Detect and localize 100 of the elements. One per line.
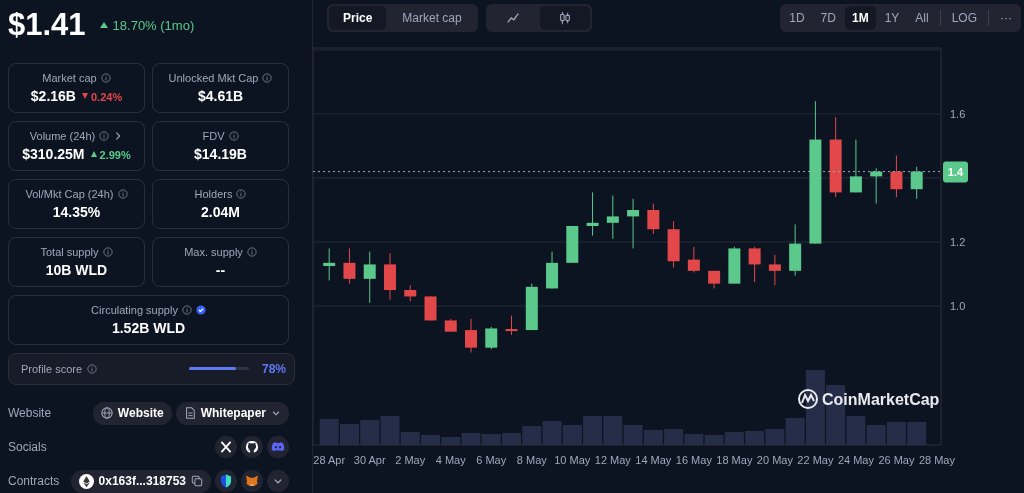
- info-icon[interactable]: [87, 363, 98, 374]
- axis-label: 1.6: [950, 107, 966, 120]
- candle: [708, 270, 721, 289]
- stat-value: 14.35%: [52, 203, 101, 220]
- stat-label: Holders: [194, 187, 233, 200]
- candle: [667, 220, 680, 269]
- profile-score-label: Profile score: [21, 362, 83, 375]
- contract-button[interactable]: 0x163f...318753: [70, 469, 211, 493]
- axis-label: 8 May: [516, 454, 547, 466]
- candle: [728, 246, 741, 285]
- axis-label: 2 May: [395, 454, 426, 466]
- axis-label: 14 May: [635, 454, 672, 466]
- gamepad-icon[interactable]: [267, 436, 289, 458]
- range-tab[interactable]: 1D: [782, 6, 812, 30]
- stat-label: Total supply: [40, 245, 99, 258]
- axis-label: 12 May: [594, 454, 631, 466]
- info-icon[interactable]: [228, 130, 239, 141]
- chevron-down-icon[interactable]: [267, 470, 289, 492]
- stat-label: Max. supply: [184, 245, 243, 258]
- logo-icon: [798, 389, 818, 409]
- candle: [363, 251, 376, 304]
- candle: [687, 246, 700, 273]
- candle: [890, 155, 903, 198]
- score-reading: 78%: [261, 361, 286, 376]
- candlestick-icon: [557, 11, 572, 25]
- stat-label: Market cap: [42, 71, 97, 84]
- axis-label: 30 Apr: [353, 454, 386, 466]
- candle: [566, 225, 579, 264]
- axis-label: 28 May: [918, 454, 955, 466]
- price-value: $1.41: [8, 7, 86, 44]
- candle: [444, 318, 457, 333]
- candle: [465, 318, 477, 353]
- fox-icon[interactable]: [241, 470, 263, 492]
- row-label: Contracts: [8, 474, 60, 488]
- axis-label: 16 May: [675, 454, 712, 466]
- document-icon: [183, 407, 196, 419]
- axis-label: 22 May: [797, 454, 834, 466]
- stat-value: $4.61B: [197, 87, 244, 104]
- axis-label: 24 May: [837, 454, 874, 466]
- axis-label: 1.2: [950, 236, 966, 248]
- link-button[interactable]: Whitepaper: [175, 401, 289, 425]
- row-label: Socials: [8, 440, 47, 454]
- candle: [910, 166, 923, 200]
- stat-label: FDV: [202, 129, 225, 142]
- axis-label: 4 May: [435, 454, 466, 466]
- candle: [789, 223, 802, 277]
- candle: [525, 283, 538, 331]
- range-tab[interactable]: 7D: [813, 6, 843, 30]
- mode-tab[interactable]: Market cap: [388, 6, 476, 30]
- range-tab[interactable]: 1M: [844, 6, 876, 30]
- x-letter-icon[interactable]: [215, 436, 237, 458]
- info-icon[interactable]: [181, 304, 192, 315]
- candle: [647, 203, 660, 235]
- info-icon[interactable]: [100, 72, 111, 83]
- candle: [627, 198, 640, 249]
- candle: [546, 251, 559, 289]
- stat-value: $14.19B: [194, 145, 247, 162]
- candle: [323, 247, 336, 281]
- more-button[interactable]: ···: [993, 6, 1019, 30]
- price-change: 18.70% (1mo): [112, 17, 195, 33]
- log-scale-button[interactable]: LOG: [944, 6, 984, 30]
- cat-silhouette-icon[interactable]: [241, 436, 263, 458]
- range-tab[interactable]: 1Y: [877, 6, 907, 30]
- candle: [768, 254, 781, 286]
- info-icon[interactable]: [246, 246, 257, 257]
- info-icon[interactable]: [117, 188, 128, 199]
- candlestick-button[interactable]: [539, 6, 590, 30]
- stat-change: 0.24%: [90, 90, 123, 103]
- shield-icon[interactable]: [215, 470, 237, 492]
- stat-value: 10B WLD: [45, 261, 108, 278]
- info-icon[interactable]: [102, 246, 113, 257]
- mode-tab[interactable]: Price: [329, 6, 387, 30]
- candle: [748, 246, 761, 283]
- info-icon[interactable]: [236, 188, 247, 199]
- candle: [404, 284, 417, 302]
- axis-label: 6 May: [476, 454, 507, 466]
- range-tab[interactable]: All: [908, 6, 936, 30]
- candle: [424, 295, 437, 321]
- globe-icon: [100, 407, 113, 419]
- stat-value: $310.25M: [22, 145, 85, 162]
- line-chart-icon: [505, 11, 520, 25]
- stat-label: Circulating supply: [91, 303, 178, 316]
- candle: [606, 195, 619, 240]
- candle: [485, 326, 498, 350]
- axis-label: 26 May: [878, 454, 915, 466]
- candle: [343, 247, 356, 285]
- axis-label: 20 May: [756, 454, 793, 466]
- row-label: Website: [8, 406, 52, 420]
- candle: [384, 252, 396, 301]
- stat-value: $2.16B: [30, 87, 76, 104]
- info-icon[interactable]: [262, 72, 273, 83]
- candle: [870, 167, 883, 205]
- stat-value: 1.52B WLD: [111, 319, 186, 336]
- axis-label: 10 May: [554, 454, 591, 466]
- stat-value: 2.04M: [201, 203, 240, 220]
- stat-label: Volume (24h): [29, 129, 96, 142]
- axis-label: 18 May: [716, 454, 753, 466]
- stat-label: Vol/Mkt Cap (24h): [25, 187, 114, 200]
- stat-label: Unlocked Mkt Cap: [168, 71, 259, 84]
- link-button[interactable]: Website: [92, 401, 172, 425]
